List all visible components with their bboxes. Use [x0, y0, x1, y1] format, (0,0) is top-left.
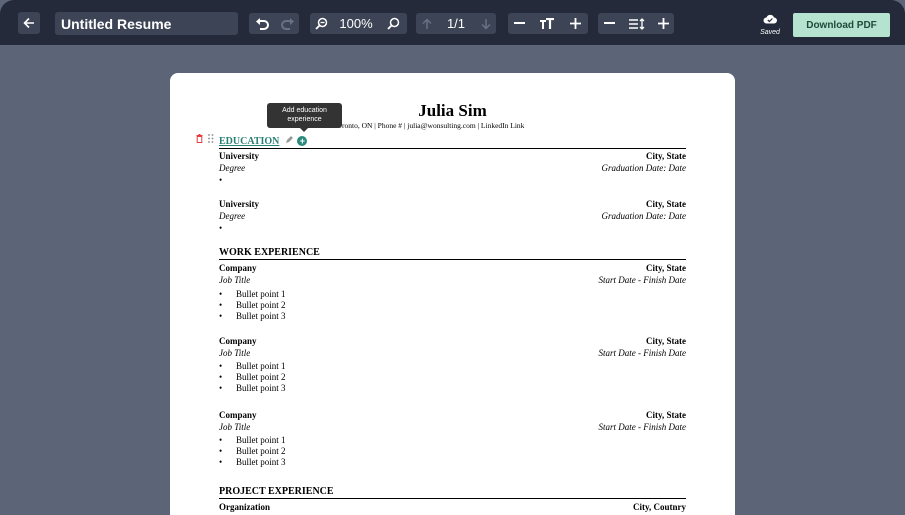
school-name: University	[219, 199, 259, 209]
job-title: Job Title	[219, 275, 251, 285]
download-pdf-button[interactable]: Download PDF	[793, 13, 890, 37]
redo-icon[interactable]	[277, 13, 298, 34]
resume-page: Julia Sim ronto, ON | Phone # | julia@wo…	[170, 73, 735, 515]
zoom-out-icon[interactable]	[311, 13, 332, 34]
education-bullet[interactable]: •	[219, 223, 222, 234]
resume-contact-line[interactable]: ronto, ON | Phone # | julia@wonsulting.c…	[342, 121, 524, 130]
font-size-decrease-icon[interactable]	[509, 13, 530, 34]
pencil-icon[interactable]	[285, 135, 293, 147]
job-title: Job Title	[219, 348, 251, 358]
back-arrow-icon[interactable]	[18, 12, 40, 34]
bullet-item[interactable]: • Bullet point 1	[219, 289, 286, 300]
bullet-dot: •	[219, 300, 223, 310]
bullet-text: Bullet point 3	[236, 383, 286, 393]
company-location: City, State	[646, 263, 686, 273]
organization-name: Organization	[219, 502, 270, 512]
bullet-item[interactable]: • Bullet point 3	[219, 311, 286, 322]
work-heading-label[interactable]: WORK EXPERIENCE	[219, 247, 320, 259]
font-size-increase-icon[interactable]	[565, 13, 586, 34]
save-status: Saved	[757, 11, 783, 36]
education-section-heading: EDUCATION +	[219, 135, 686, 149]
bullet-item[interactable]: • Bullet point 2	[219, 372, 286, 383]
resume-name[interactable]: Julia Sim	[170, 101, 735, 121]
company-name: Company	[219, 263, 257, 273]
trash-icon[interactable]	[196, 134, 203, 145]
saved-label: Saved	[760, 29, 780, 36]
page-indicator: 1/1	[446, 16, 466, 31]
undo-icon[interactable]	[251, 13, 272, 34]
line-spacing-decrease-icon[interactable]	[599, 13, 620, 34]
bullet-dot: •	[219, 446, 223, 456]
bullet-text: Bullet point 3	[236, 457, 286, 467]
bullet-text: Bullet point 2	[236, 372, 286, 382]
add-education-tooltip: Add education experience	[267, 103, 342, 132]
bullet-dot: •	[219, 289, 223, 299]
bullet-text: Bullet point 1	[236, 435, 286, 445]
job-dates: Start Date - Finish Date	[598, 348, 687, 358]
bullet-dot: •	[219, 361, 223, 371]
top-toolbar: 100% 1/1	[0, 0, 905, 45]
cloud-check-icon	[763, 11, 777, 28]
font-size-icon	[536, 13, 557, 34]
organization-location: City, Coutnry	[632, 502, 686, 512]
company-location: City, State	[646, 410, 686, 420]
zoom-in-icon[interactable]	[383, 13, 404, 34]
school-name: University	[219, 151, 259, 161]
line-spacing-icon	[626, 13, 647, 34]
company-name: Company	[219, 410, 257, 420]
bullet-dot: •	[219, 311, 223, 321]
bullet-item[interactable]: • Bullet point 2	[219, 300, 286, 311]
bullet-item[interactable]: • Bullet point 1	[219, 435, 286, 446]
line-spacing-increase-icon[interactable]	[653, 13, 674, 34]
bullet-dot: •	[219, 457, 223, 467]
bullet-text: Bullet point 1	[236, 289, 286, 299]
zoom-level: 100%	[339, 16, 373, 31]
bullet-item[interactable]: • Bullet point 3	[219, 457, 286, 468]
job-title: Job Title	[219, 422, 251, 432]
arrow-down-icon[interactable]	[475, 13, 496, 34]
company-location: City, State	[646, 336, 686, 346]
plus-circle-icon[interactable]: +	[297, 136, 308, 146]
graduation-date: Graduation Date: Date	[601, 211, 687, 221]
bullet-item[interactable]: • Bullet point 2	[219, 446, 286, 457]
school-location: City, State	[646, 151, 686, 161]
bullet-item[interactable]: • Bullet point 3	[219, 383, 286, 394]
education-heading-label[interactable]: EDUCATION	[219, 136, 279, 148]
degree: Degree	[219, 163, 246, 173]
degree: Degree	[219, 211, 246, 221]
job-dates: Start Date - Finish Date	[598, 275, 687, 285]
bullet-text: Bullet point 1	[236, 361, 286, 371]
job-dates: Start Date - Finish Date	[598, 422, 687, 432]
app-window: 100% 1/1	[0, 0, 905, 515]
bullet-item[interactable]: • Bullet point 1	[219, 361, 286, 372]
work-section-heading: WORK EXPERIENCE	[219, 247, 686, 260]
projects-heading-label[interactable]: PROJECT EXPERIENCE	[219, 486, 334, 498]
bullet-dot: •	[219, 435, 223, 445]
bullet-text: Bullet point 2	[236, 446, 286, 456]
bullet-dot: •	[219, 383, 223, 393]
education-bullet[interactable]: •	[219, 175, 222, 186]
school-location: City, State	[646, 199, 686, 209]
graduation-date: Graduation Date: Date	[601, 163, 687, 173]
bullet-dot: •	[219, 372, 223, 382]
company-name: Company	[219, 336, 257, 346]
bullet-text: Bullet point 3	[236, 311, 286, 321]
drag-handle-icon[interactable]	[208, 134, 214, 145]
arrow-up-icon[interactable]	[416, 13, 437, 34]
projects-section-heading: PROJECT EXPERIENCE	[219, 486, 686, 499]
bullet-text: Bullet point 2	[236, 300, 286, 310]
resume-title-input[interactable]	[55, 12, 238, 35]
